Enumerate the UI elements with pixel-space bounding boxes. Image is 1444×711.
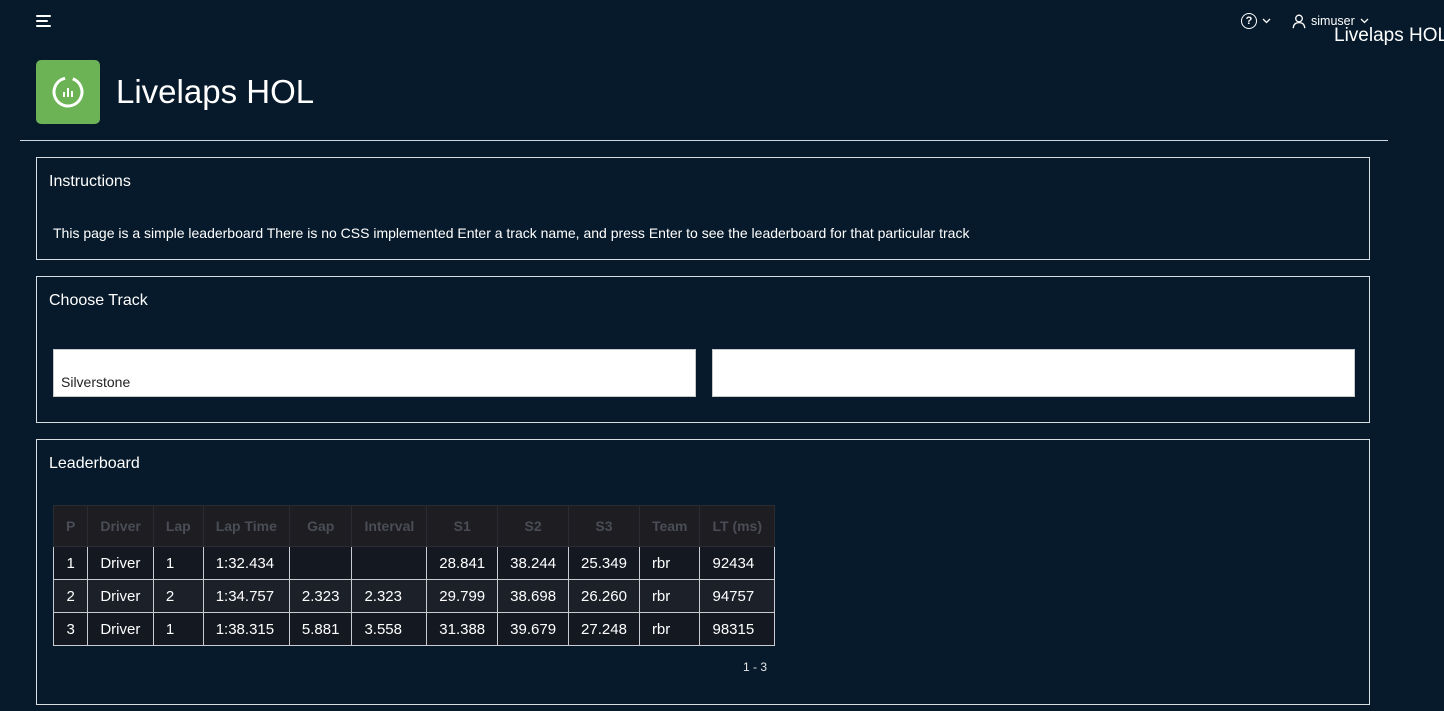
table-cell: rbr bbox=[638, 612, 701, 646]
table-header-row: P Driver Lap Lap Time Gap Interval S1 S2… bbox=[52, 505, 775, 547]
table-cell: 2 bbox=[152, 579, 204, 613]
table-cell: rbr bbox=[638, 546, 701, 580]
secondary-input[interactable] bbox=[720, 374, 1340, 390]
track-name-input[interactable] bbox=[61, 374, 681, 390]
column-header[interactable]: Lap Time bbox=[202, 505, 290, 547]
top-navigation-bar: ? simuser Livelaps HOL bbox=[0, 0, 1444, 46]
table-cell: 26.260 bbox=[568, 579, 640, 613]
track-name-field[interactable] bbox=[53, 349, 696, 397]
region-title: Instructions bbox=[49, 173, 131, 190]
column-header[interactable]: S3 bbox=[568, 505, 640, 547]
timer-chart-icon bbox=[52, 76, 84, 108]
table-cell: 1:32.434 bbox=[202, 546, 290, 580]
overlay-app-title: Livelaps HOL bbox=[1334, 25, 1444, 46]
secondary-field[interactable] bbox=[712, 349, 1355, 397]
table-cell: 38.698 bbox=[497, 579, 570, 613]
table-cell: 1:38.315 bbox=[202, 612, 290, 646]
app-hero: Livelaps HOL bbox=[36, 60, 314, 124]
column-header[interactable]: Driver bbox=[87, 505, 154, 547]
table-cell: 31.388 bbox=[426, 612, 499, 646]
help-circle-icon: ? bbox=[1241, 13, 1257, 29]
table-cell: rbr bbox=[638, 579, 701, 613]
table-cell bbox=[288, 546, 353, 580]
table-cell: 3.558 bbox=[351, 612, 428, 646]
table-cell: 5.881 bbox=[288, 612, 353, 646]
table-cell: Driver bbox=[87, 612, 154, 646]
header-divider bbox=[20, 140, 1388, 141]
table-cell: 94757 bbox=[699, 579, 775, 613]
column-header[interactable]: P bbox=[52, 505, 89, 547]
leaderboard-region: Leaderboard P Driver Lap Lap Time Gap In… bbox=[36, 439, 1370, 705]
table-cell: 3 bbox=[52, 612, 89, 646]
table-cell: 2.323 bbox=[288, 579, 353, 613]
column-header[interactable]: S1 bbox=[426, 505, 499, 547]
table-cell bbox=[351, 546, 428, 580]
column-header[interactable]: LT (ms) bbox=[699, 505, 775, 547]
instructions-region: Instructions This page is a simple leade… bbox=[36, 157, 1370, 260]
column-header[interactable]: Gap bbox=[288, 505, 353, 547]
column-header[interactable]: Interval bbox=[351, 505, 428, 547]
table-cell: 28.841 bbox=[426, 546, 499, 580]
table-cell: 25.349 bbox=[568, 546, 640, 580]
chevron-down-icon bbox=[1262, 18, 1271, 24]
table-cell: 29.799 bbox=[426, 579, 499, 613]
table-cell: 98315 bbox=[699, 612, 775, 646]
pagination-range: 1 - 3 bbox=[743, 660, 768, 674]
table-cell: 92434 bbox=[699, 546, 775, 580]
table-row: 3 Driver 1 1:38.315 5.881 3.558 31.388 3… bbox=[52, 612, 775, 646]
app-logo bbox=[36, 60, 100, 124]
table-cell: 1 bbox=[152, 612, 204, 646]
table-cell: 1 bbox=[152, 546, 204, 580]
table-cell: 39.679 bbox=[497, 612, 570, 646]
leaderboard-table: P Driver Lap Lap Time Gap Interval S1 S2… bbox=[52, 505, 775, 646]
table-cell: 38.244 bbox=[497, 546, 570, 580]
region-title: Leaderboard bbox=[49, 455, 140, 472]
table-cell: 1 bbox=[52, 546, 89, 580]
region-title: Choose Track bbox=[49, 292, 148, 309]
user-icon bbox=[1292, 14, 1306, 28]
table-cell: Driver bbox=[87, 546, 154, 580]
instructions-text: This page is a simple leaderboard There … bbox=[53, 225, 970, 241]
help-menu-button[interactable]: ? bbox=[1241, 12, 1271, 30]
column-header[interactable]: S2 bbox=[497, 505, 570, 547]
choose-track-region: Choose Track bbox=[36, 276, 1370, 423]
table-cell: 2 bbox=[52, 579, 89, 613]
table-row: 1 Driver 1 1:32.434 28.841 38.244 25.349… bbox=[52, 546, 775, 580]
column-header[interactable]: Lap bbox=[152, 505, 204, 547]
table-cell: 1:34.757 bbox=[202, 579, 290, 613]
hamburger-menu-icon[interactable] bbox=[30, 8, 58, 34]
page-title: Livelaps HOL bbox=[116, 73, 315, 110]
table-row: 2 Driver 2 1:34.757 2.323 2.323 29.799 3… bbox=[52, 579, 775, 613]
table-cell: 2.323 bbox=[351, 579, 428, 613]
table-cell: Driver bbox=[87, 579, 154, 613]
column-header[interactable]: Team bbox=[638, 505, 701, 547]
table-cell: 27.248 bbox=[568, 612, 640, 646]
chevron-down-icon bbox=[1360, 18, 1369, 24]
